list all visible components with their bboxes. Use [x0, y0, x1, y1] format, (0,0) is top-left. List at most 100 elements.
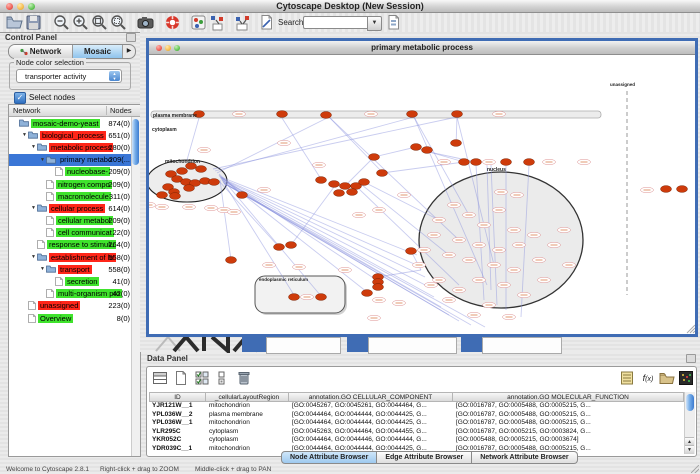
node-color-attribute-select[interactable]: transporter activity ▲▼	[16, 69, 122, 83]
expand-triangle-icon[interactable]: ▼	[30, 205, 37, 211]
tree-row[interactable]: ▼cellular process614(0)	[9, 202, 132, 214]
zoom-selected-icon[interactable]	[110, 14, 127, 31]
network-node[interactable]	[277, 111, 288, 118]
layout-settings-icon[interactable]	[234, 14, 251, 31]
network-node[interactable]	[501, 159, 512, 166]
network-node[interactable]	[286, 242, 297, 249]
tab-mosaic[interactable]: Mosaic	[73, 45, 123, 58]
new-attribute-icon[interactable]	[173, 370, 189, 386]
snapshot-icon[interactable]	[137, 14, 154, 31]
data-panel-float-icon[interactable]	[686, 354, 696, 363]
network-node[interactable]	[377, 170, 388, 177]
tree-row[interactable]: ▼metabolic process280(0)	[9, 141, 132, 153]
column-header[interactable]: ID	[149, 392, 206, 402]
tab-node-attribute-browser[interactable]: Node Attribute Browser	[281, 451, 377, 464]
network-node[interactable]	[459, 159, 470, 166]
tree-row[interactable]: cellular metabol209(0)	[9, 215, 132, 227]
vizmapper-icon[interactable]	[190, 14, 207, 31]
tree-row[interactable]: cell communicat22(0)	[9, 227, 132, 239]
table-row[interactable]: YJR121W__1mitochondrion[GO:0045267, GO:0…	[149, 402, 684, 411]
table-row[interactable]: YPL036W__2plasma membrane[GO:0044464, GO…	[149, 411, 684, 420]
network-node[interactable]	[422, 147, 433, 154]
network-node[interactable]	[369, 154, 380, 161]
network-canvas[interactable]: plasma membranecytoplasmmitochondrionnuc…	[149, 55, 695, 334]
zoom-in-icon[interactable]	[72, 14, 89, 31]
network-node[interactable]	[406, 248, 417, 255]
tree-scrollbar-thumb[interactable]	[132, 119, 139, 165]
save-session-icon[interactable]	[25, 14, 42, 31]
tree-row[interactable]: macromolecule311(0)	[9, 190, 132, 202]
tree-row[interactable]: ▼biological_process651(0)	[9, 129, 132, 141]
float-panel-icon[interactable]	[126, 33, 136, 42]
background-frame-2[interactable]	[347, 337, 368, 352]
tab-network[interactable]: Network	[9, 45, 73, 58]
window-resize-grip[interactable]	[691, 465, 699, 473]
search-input[interactable]	[303, 16, 371, 29]
layout-icon[interactable]	[209, 14, 226, 31]
tab-overflow-arrow[interactable]: ▶	[123, 45, 135, 58]
network-node[interactable]	[184, 185, 195, 192]
expand-triangle-icon[interactable]: ▼	[30, 254, 37, 260]
tree-row[interactable]: nucleobase-209(0)	[9, 166, 132, 178]
network-node[interactable]	[274, 244, 285, 251]
network-node[interactable]	[347, 189, 358, 196]
network-node[interactable]	[316, 177, 327, 184]
tab-network-attribute-browser[interactable]: Network Attribute Browser	[472, 451, 577, 464]
annotation-icon[interactable]	[258, 14, 275, 31]
tree-scrollbar[interactable]	[131, 117, 140, 456]
scroll-down-button[interactable]: ▼	[685, 445, 694, 454]
tree-row[interactable]: unassigned223(0)	[9, 300, 132, 312]
tree-row[interactable]: response to stimulu264(0)	[9, 239, 132, 251]
column-header[interactable]: _cellularLayoutRegion	[206, 392, 289, 402]
tree-row[interactable]: multi-organism pro42(0)	[9, 288, 132, 300]
table-scrollbar-thumb[interactable]	[686, 394, 694, 411]
tree-header[interactable]: Network Nodes	[9, 105, 140, 117]
expand-triangle-icon[interactable]: ▼	[21, 132, 28, 138]
network-frame-titlebar[interactable]: primary metabolic process	[149, 41, 695, 55]
network-node[interactable]	[316, 294, 327, 301]
network-node[interactable]	[321, 112, 332, 119]
network-node[interactable]	[452, 111, 463, 118]
network-node[interactable]	[196, 166, 207, 173]
network-node[interactable]	[451, 140, 462, 147]
background-frame-3[interactable]	[461, 337, 482, 352]
attribute-editor-icon[interactable]	[619, 370, 635, 386]
tree-row[interactable]: mosaic-demo-yeast874(0)	[9, 117, 132, 129]
network-node[interactable]	[334, 190, 345, 197]
filter-icon[interactable]	[385, 14, 402, 31]
zoom-out-icon[interactable]	[53, 14, 70, 31]
search-dropdown-button[interactable]: ▼	[367, 16, 382, 31]
expand-triangle-icon[interactable]: ▼	[30, 144, 37, 150]
zoom-fit-icon[interactable]	[91, 14, 108, 31]
network-node[interactable]	[524, 159, 535, 166]
network-node[interactable]	[677, 186, 688, 193]
table-row[interactable]: YLR295Ccytoplasm[GO:0045263, GO:0044464,…	[149, 428, 684, 437]
network-node[interactable]	[289, 294, 300, 301]
matrix-view-icon[interactable]	[678, 370, 694, 386]
network-node[interactable]	[226, 257, 237, 264]
table-row[interactable]: YPL036W__1mitochondrion[GO:0044464, GO:0…	[149, 419, 684, 428]
network-node[interactable]	[170, 193, 181, 200]
open-session-icon[interactable]	[6, 14, 23, 31]
tree-row[interactable]: nitrogen compo209(0)	[9, 178, 132, 190]
select-attributes-icon[interactable]	[194, 370, 210, 386]
tab-edge-attribute-browser[interactable]: Edge Attribute Browser	[377, 451, 472, 464]
network-node[interactable]	[340, 183, 351, 190]
function-builder-icon[interactable]: f(x)	[640, 370, 656, 386]
table-row[interactable]: YKR052Ccytoplasm[GO:0044464, GO:0044446,…	[149, 436, 684, 445]
attribute-table-icon[interactable]	[152, 370, 168, 386]
attribute-table-header[interactable]: ID_cellularLayoutRegionannotation.GO CEL…	[149, 392, 684, 402]
table-scrollbar[interactable]: ▲ ▼	[684, 392, 695, 454]
delete-attribute-icon[interactable]	[236, 370, 252, 386]
select-nodes-checkbox[interactable]: ✓	[14, 92, 26, 104]
network-node[interactable]	[373, 284, 384, 291]
import-attributes-icon[interactable]	[659, 370, 675, 386]
tree-row[interactable]: secretion41(0)	[9, 275, 132, 287]
frame-resize-grip[interactable]	[687, 325, 695, 333]
network-node[interactable]	[329, 181, 340, 188]
tree-row[interactable]: ▼transport558(0)	[9, 263, 132, 275]
tree-row[interactable]: ▼primary metabo209(...	[9, 154, 132, 166]
network-node[interactable]	[661, 186, 672, 193]
network-node[interactable]	[407, 111, 418, 118]
network-node[interactable]	[362, 290, 373, 297]
